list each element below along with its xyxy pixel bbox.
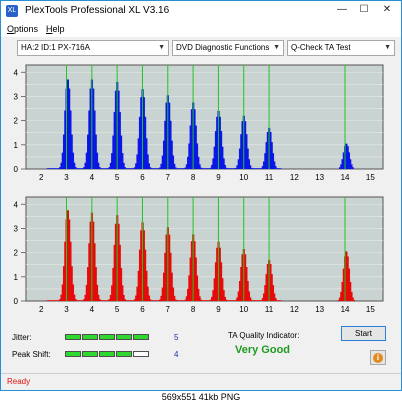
y-tick-label: 0 <box>14 165 19 174</box>
ta-quality-value: Very Good <box>235 344 291 356</box>
x-tick-label: 13 <box>315 173 324 182</box>
status-bar: Ready <box>1 373 401 390</box>
x-tick-label: 15 <box>366 305 375 314</box>
info-button[interactable]: i <box>370 350 386 365</box>
y-tick-label: 2 <box>14 117 19 126</box>
chevron-down-icon: ▼ <box>273 44 280 51</box>
x-tick-label: 14 <box>341 173 350 182</box>
y-tick-label: 0 <box>14 297 19 306</box>
maximize-icon[interactable]: ☐ <box>357 3 371 17</box>
menu-help[interactable]: Help <box>46 24 65 34</box>
plot-area <box>25 196 384 302</box>
x-tick-label: 11 <box>265 173 274 182</box>
x-tick-label: 2 <box>39 173 44 182</box>
chart-panel-top: 0 1 2 3 4 2 3 4 5 6 7 8 9 10 11 12 13 14 15 <box>4 60 395 186</box>
x-tick-label: 14 <box>341 305 350 314</box>
histogram-bar <box>351 167 354 169</box>
title-bar: XL PlexTools Professional XL V3.16 — ☐ ✕ <box>1 1 401 21</box>
x-tick-label: 5 <box>115 173 120 182</box>
x-tick-label: 9 <box>216 305 221 314</box>
chevron-down-icon: ▼ <box>158 44 165 51</box>
histogram-bar <box>279 168 282 169</box>
jitter-histogram-chart: 012342 3 4 5 6 7 8 9 10 11 12 13 14 15 <box>14 64 384 182</box>
x-tick-label: 5 <box>115 305 120 314</box>
image-caption: 569x551 41kb PNG <box>0 391 402 404</box>
peak-shift-value: 4 <box>174 350 179 359</box>
chevron-down-icon: ▼ <box>384 44 391 51</box>
x-tick-label: 10 <box>239 173 248 182</box>
toolbar: HA:2 ID:1 PX-716A ▼ DVD Diagnostic Functi… <box>1 37 401 59</box>
peak-shift-meter-segment <box>116 351 132 357</box>
x-tick-label: 2 <box>39 305 44 314</box>
peak-shift-label: Peak Shift: <box>12 350 51 359</box>
y-tick-label: 1 <box>14 273 19 282</box>
x-tick-label: 7 <box>166 173 171 182</box>
close-icon[interactable]: ✕ <box>380 3 394 17</box>
x-tick-label: 11 <box>265 305 274 314</box>
x-tick-label: 3 <box>64 305 69 314</box>
jitter-label: Jitter: <box>12 333 32 342</box>
y-tick-label: 4 <box>14 68 19 77</box>
window-title: PlexTools Professional XL V3.16 <box>25 5 170 16</box>
y-tick-label: 3 <box>14 224 19 233</box>
y-tick-label: 1 <box>14 141 19 150</box>
jitter-meter-segment <box>99 334 115 340</box>
x-tick-label: 7 <box>166 305 171 314</box>
x-tick-label: 4 <box>90 173 95 182</box>
function-select-value: DVD Diagnostic Functions <box>176 43 270 52</box>
x-tick-label: 3 <box>64 173 69 182</box>
x-tick-label: 13 <box>315 305 324 314</box>
minimize-icon[interactable]: — <box>335 3 349 17</box>
peak-shift-meter-segment <box>82 351 98 357</box>
x-tick-label: 9 <box>216 173 221 182</box>
test-select[interactable]: Q-Check TA Test ▼ <box>287 40 395 56</box>
jitter-value: 5 <box>174 333 179 342</box>
peak-shift-meter-segment <box>133 351 149 357</box>
jitter-meter-segment <box>82 334 98 340</box>
peak-shift-meter <box>65 351 149 357</box>
status-text: Ready <box>7 377 31 386</box>
app-icon: XL <box>6 5 18 17</box>
x-tick-label: 6 <box>140 305 145 314</box>
x-tick-label: 12 <box>290 173 299 182</box>
y-tick-label: 2 <box>14 249 19 258</box>
results-panel: Jitter: 5 Peak Shift: 4 TA Quality Indic… <box>1 323 401 373</box>
test-select-value: Q-Check TA Test <box>291 43 351 52</box>
jitter-meter-segment <box>133 334 149 340</box>
jitter-meter-segment <box>116 334 132 340</box>
jitter-meter <box>65 334 149 340</box>
menu-bar: Options Help <box>1 21 401 37</box>
peak-shift-meter-segment <box>65 351 81 357</box>
x-tick-label: 4 <box>90 305 95 314</box>
function-select[interactable]: DVD Diagnostic Functions ▼ <box>172 40 284 56</box>
peak-shift-histogram-chart: 012342 3 4 5 6 7 8 9 10 11 12 13 14 15 <box>14 196 384 314</box>
jitter-meter-segment <box>65 334 81 340</box>
drive-select-value: HA:2 ID:1 PX-716A <box>21 43 90 52</box>
x-tick-label: 8 <box>191 173 196 182</box>
x-tick-label: 6 <box>140 173 145 182</box>
y-tick-label: 3 <box>14 92 19 101</box>
plot-area <box>25 64 384 170</box>
x-tick-label: 8 <box>191 305 196 314</box>
info-icon: i <box>373 353 383 363</box>
app-window: XL PlexTools Professional XL V3.16 — ☐ ✕… <box>0 0 402 391</box>
x-tick-label: 12 <box>290 305 299 314</box>
peak-shift-meter-segment <box>99 351 115 357</box>
ta-quality-label: TA Quality Indicator: <box>228 331 300 340</box>
start-button[interactable]: Start <box>341 326 386 341</box>
histogram-bar <box>352 299 356 301</box>
histogram-bar <box>279 300 282 301</box>
drive-select[interactable]: HA:2 ID:1 PX-716A ▼ <box>17 40 169 56</box>
x-tick-label: 15 <box>366 173 375 182</box>
y-tick-label: 4 <box>14 200 19 209</box>
x-tick-label: 10 <box>239 305 248 314</box>
menu-options[interactable]: Options <box>7 24 38 34</box>
chart-panel-bottom: 0 1 2 3 4 2 3 4 5 6 7 8 9 10 11 12 13 14 15 <box>4 192 395 318</box>
